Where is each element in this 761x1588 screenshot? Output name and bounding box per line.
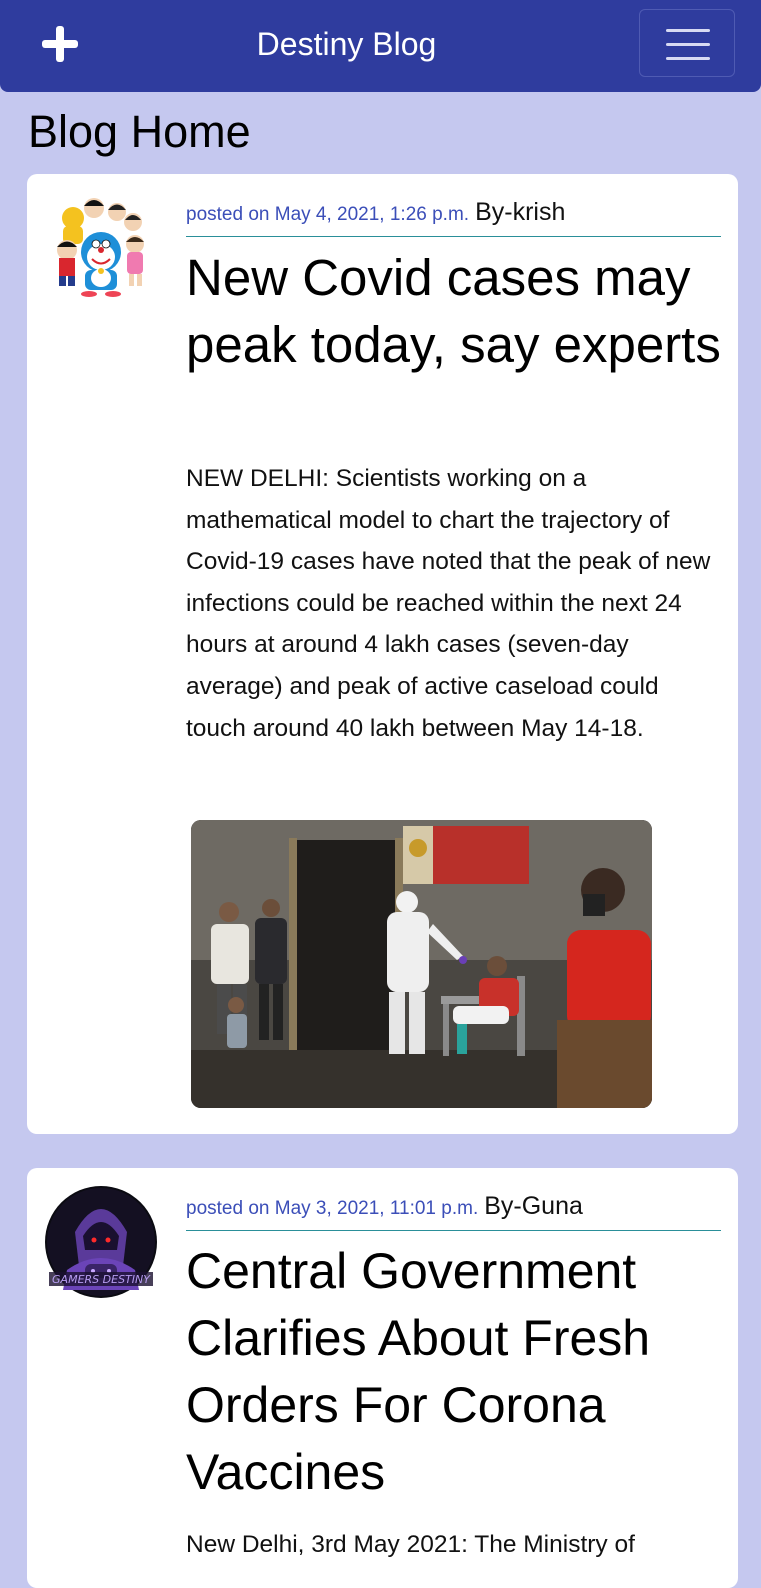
svg-text:GAMERS DESTINY: GAMERS DESTINY: [52, 1273, 151, 1286]
post-date[interactable]: posted on May 4, 2021, 1:26 p.m.: [186, 204, 469, 225]
author-avatar: GAMERS DESTINY: [45, 1186, 157, 1298]
post-meta: posted on May 3, 2021, 11:01 p.m. By-Guna: [186, 1192, 721, 1231]
post-meta: posted on May 4, 2021, 1:26 p.m. By-krish: [186, 198, 721, 237]
author-avatar: [45, 192, 157, 304]
post-title[interactable]: New Covid cases may peak today, say expe…: [186, 244, 724, 378]
post-title[interactable]: Central Government Clarifies About Fresh…: [186, 1238, 724, 1506]
post-author: By-Guna: [484, 1192, 583, 1220]
post-date[interactable]: posted on May 3, 2021, 11:01 p.m.: [186, 1198, 478, 1219]
navbar: Destiny Blog: [0, 0, 761, 92]
post-image: [191, 820, 652, 1108]
post-excerpt: New Delhi, 3rd May 2021: The Ministry of: [186, 1531, 635, 1558]
post-card: GAMERS DESTINY posted on May 3, 2021, 11…: [27, 1168, 738, 1588]
post-author: By-krish: [475, 198, 566, 226]
post-excerpt: NEW DELHI: Scientists working on a mathe…: [186, 465, 711, 742]
hamburger-menu-icon[interactable]: [639, 9, 735, 77]
page-title: Blog Home: [28, 106, 251, 157]
post-card: posted on May 4, 2021, 1:26 p.m. By-krish…: [27, 174, 738, 1134]
